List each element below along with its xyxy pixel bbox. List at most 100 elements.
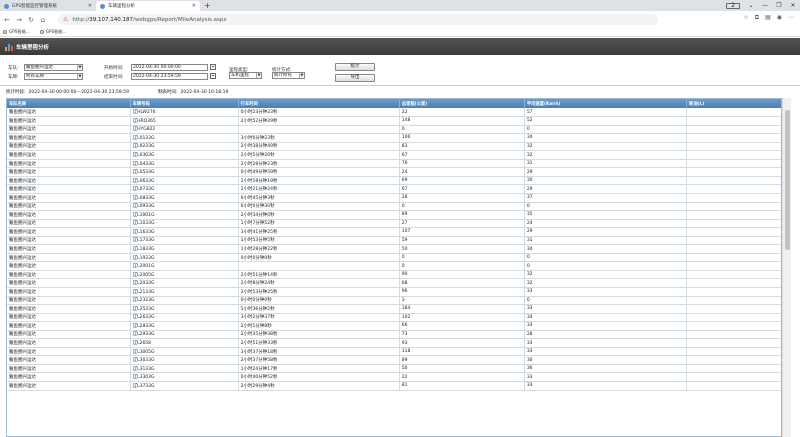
tab-search-icon[interactable]: ⌄ <box>744 2 758 9</box>
table-row[interactable]: 鲅鱼圈兴运达 辽L0833G 0小时45分钟3秒 28 37 <box>7 193 781 203</box>
table-scrollbar[interactable] <box>782 98 791 437</box>
back-icon[interactable]: ← <box>2 16 12 24</box>
table-cell: 鲅鱼圈兴运达 <box>7 227 131 237</box>
stat-button[interactable]: 统计 <box>335 63 375 71</box>
table-row[interactable]: 鲅鱼圈兴运达 辽L1633G 3小时41分钟25秒 107 29 <box>7 227 781 237</box>
table-cell: 33 <box>524 347 687 357</box>
browser-tab-mileage-analysis[interactable]: 车辆里程分析 ✕ <box>96 1 200 11</box>
table-row[interactable]: 鲅鱼圈兴运达 辽L3133G 1小时24分钟17秒 50 36 <box>7 364 781 374</box>
export-button[interactable]: 导出 <box>335 74 375 82</box>
home-icon[interactable]: ⌂ <box>38 16 48 24</box>
column-header[interactable]: 车牌号码 <box>130 99 239 108</box>
table-row[interactable]: 鲅鱼圈兴运达 辽HYG822 0 0 <box>7 125 781 135</box>
new-tab-button[interactable]: + <box>204 1 211 10</box>
team-select[interactable]: 鲅鱼圈兴运达 ▼ <box>24 64 83 71</box>
table-cell: 32 <box>524 150 687 160</box>
table-cell <box>686 278 781 288</box>
table-row[interactable]: 鲅鱼圈兴运达 辽L2633G 3小时2分钟37秒 102 34 <box>7 313 781 323</box>
mileage-type-value: 车机里程 <box>231 73 249 78</box>
table-row[interactable]: 鲅鱼圈兴运达 辽L3303G 0小时40分钟52秒 22 33 <box>7 372 781 382</box>
mileage-type-select[interactable]: 车机里程 ▼ <box>229 72 262 79</box>
table-row[interactable]: 鲅鱼圈兴运达 辽HLW276 0小时23分钟23秒 22 57 <box>7 108 781 118</box>
table-row[interactable]: 鲅鱼圈兴运达 辽L2133G 2小时53分钟25秒 96 33 <box>7 287 781 297</box>
table-row[interactable]: 鲅鱼圈兴运达 辽L3033G 2小时37分钟58秒 89 30 <box>7 355 781 365</box>
table-row[interactable]: 鲅鱼圈兴运达 辽L0733G 2小时21分钟24秒 67 29 <box>7 184 781 194</box>
end-time-input[interactable]: 2022-04-30 23:59:59 <box>131 73 208 80</box>
calendar-icon[interactable] <box>210 73 216 79</box>
table-row[interactable]: 鲅鱼圈兴运达 辽L2005G 2小时51分钟14秒 90 32 <box>7 270 781 280</box>
collections-icon[interactable]: ▤ <box>765 14 771 22</box>
table-cell: 2小时1分钟8秒 <box>238 321 400 331</box>
stat-method-select[interactable]: 统计所有 ▼ <box>272 72 305 79</box>
url-path: /webgps/Report/MileAnalysis.aspx <box>133 16 227 23</box>
table-row[interactable]: 鲅鱼圈兴运达 辽L2833G 2小时1分钟8秒 66 33 <box>7 321 781 331</box>
table-row[interactable]: 鲅鱼圈兴运达 辽L3005G 3小时37分钟18秒 118 33 <box>7 347 781 357</box>
table-cell: 鲅鱼圈兴运达 <box>7 364 131 374</box>
table-row[interactable]: 鲅鱼圈兴运达 辽L1933G 0小时0分钟0秒 0 0 <box>7 253 781 263</box>
tab-title: 车辆里程分析 <box>108 4 135 9</box>
table-cell: 29 <box>524 184 687 194</box>
bookmark-star-icon[interactable]: ☆ <box>743 14 748 22</box>
forward-icon[interactable]: → <box>14 16 24 24</box>
table-row[interactable]: 鲅鱼圈兴运达 辽HRQ365 2小时52分钟29秒 148 52 <box>7 116 781 126</box>
table-row[interactable]: 鲅鱼圈兴运达 辽L2033G 2小时8分钟24秒 68 32 <box>7 278 781 288</box>
scrollbar-thumb[interactable] <box>785 110 790 250</box>
table-row[interactable]: 鲅鱼圈兴运达 辽L0633G 2小时18分钟19秒 69 30 <box>7 176 781 186</box>
table-row[interactable]: 鲅鱼圈兴运达 辽L2658 2小时51分钟33秒 93 33 <box>7 338 781 348</box>
column-header[interactable]: 行车时间 <box>238 99 400 108</box>
column-header[interactable]: 耗油(L) <box>686 99 781 108</box>
bookmark-item[interactable]: GPS智能... <box>3 29 30 35</box>
table-row[interactable]: 鲅鱼圈兴运达 辽L2533G 5小时36分钟2秒 184 33 <box>7 304 781 314</box>
table-cell <box>686 202 781 212</box>
maximize-icon[interactable]: ❐ <box>772 2 786 9</box>
stat-time-label: 统计时段: <box>6 90 26 95</box>
minimize-icon[interactable]: — <box>758 2 772 9</box>
extensions-icon[interactable]: ⧉ <box>755 14 759 22</box>
table-cell: 辽L0303G <box>130 150 239 160</box>
table-row[interactable]: 鲅鱼圈兴运达 辽L0433G 2小时28分钟23秒 76 31 <box>7 159 781 169</box>
calendar-icon[interactable] <box>210 64 216 70</box>
not-secure-icon[interactable]: ⚠ <box>63 16 68 23</box>
close-tab-icon[interactable]: ✕ <box>192 3 196 9</box>
table-row[interactable]: 鲅鱼圈兴运达 辽L1833G 1小时28分钟22秒 50 34 <box>7 244 781 254</box>
address-bar[interactable]: ⚠ http://39.107.140.187/webgps/Report/Mi… <box>58 14 658 25</box>
table-row[interactable]: 鲅鱼圈兴运达 辽L2323G 0小时0分钟0秒 3 0 <box>7 296 781 306</box>
globe-icon <box>39 30 44 34</box>
table-cell: 鲅鱼圈兴运达 <box>7 184 131 194</box>
table-row[interactable]: 鲅鱼圈兴运达 辽L0133G 3小时6分钟23秒 106 34 <box>7 133 781 143</box>
gps-favicon-icon <box>4 3 9 9</box>
bookmark-item[interactable]: GPS智能... <box>39 29 67 35</box>
close-window-icon[interactable]: ✕ <box>786 2 800 9</box>
reload-icon[interactable]: ↻ <box>26 16 36 24</box>
table-row[interactable]: 鲅鱼圈兴运达 辽L2001G 0 0 <box>7 261 781 271</box>
browser-tab-gps-system[interactable]: GPS智能监控管理系统 ✕ <box>0 1 96 11</box>
column-header[interactable]: 车队名称 <box>7 99 131 108</box>
table-row[interactable]: 鲅鱼圈兴运达 辽L0233G 2小时38分钟49秒 83 32 <box>7 142 781 152</box>
table-row[interactable]: 鲅鱼圈兴运达 辽L3733G 2小时29分钟4秒 81 33 <box>7 381 781 391</box>
account-icon[interactable]: ◉ <box>777 14 782 22</box>
table-header-row: 车队名称 车牌号码 行车时间 总里程(公里) 平均速度(Km/h) 耗油(L) <box>7 99 781 108</box>
table-cell: 93 <box>399 338 525 348</box>
table-cell: 57 <box>524 108 687 118</box>
table-row[interactable]: 鲅鱼圈兴运达 辽L2933G 2小时35分钟38秒 73 28 <box>7 330 781 340</box>
table-cell <box>686 184 781 194</box>
table-cell: 33 <box>524 372 687 382</box>
more-menu-icon[interactable]: ⋯ <box>788 14 794 22</box>
table-cell <box>686 142 781 152</box>
table-row[interactable]: 鲅鱼圈兴运达 辽L1033G 1小时7分钟52秒 27 24 <box>7 219 781 229</box>
table-row[interactable]: 鲅鱼圈兴运达 辽L0933G 0小时0分钟30秒 0 0 <box>7 202 781 212</box>
start-time-input[interactable]: 2022-04-30 00:00:00 <box>131 64 208 71</box>
table-cell: 50 <box>399 244 525 254</box>
table-cell: 67 <box>399 184 525 194</box>
table-row[interactable]: 鲅鱼圈兴运达 辽L1733G 1小时53分钟5秒 59 31 <box>7 236 781 246</box>
table-row[interactable]: 鲅鱼圈兴运达 辽L0533G 0小时49分钟59秒 24 29 <box>7 167 781 177</box>
vehicle-select[interactable]: 所有车牌 ▼ <box>24 73 83 80</box>
table-cell: 鲅鱼圈兴运达 <box>7 355 131 365</box>
table-row[interactable]: 鲅鱼圈兴运达 辽L0303G 2小时5分钟20秒 67 32 <box>7 150 781 160</box>
close-tab-icon[interactable]: ✕ <box>88 3 92 9</box>
table-row[interactable]: 鲅鱼圈兴运达 辽L1001G 2小时34分钟0秒 89 35 <box>7 210 781 220</box>
column-header[interactable]: 总里程(公里) <box>399 99 525 108</box>
column-header[interactable]: 平均速度(Km/h) <box>524 99 687 108</box>
table-cell: 148 <box>399 116 525 126</box>
profile-icon[interactable]: 2 <box>726 2 740 9</box>
